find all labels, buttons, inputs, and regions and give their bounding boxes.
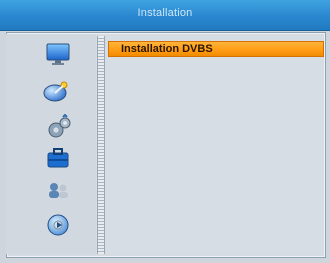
- sidebar-divider: [97, 36, 105, 254]
- satellite-dish-icon[interactable]: [42, 78, 70, 104]
- window-title: Installation: [137, 7, 193, 19]
- title-bar: Installation: [0, 0, 330, 31]
- settings-gear-icon[interactable]: [44, 114, 72, 140]
- media-disc-icon[interactable]: [44, 212, 72, 238]
- content-panel: [106, 36, 322, 254]
- menu-item-label: Installation DVBS: [121, 43, 213, 55]
- tv-monitor-icon[interactable]: [44, 40, 72, 66]
- toolbox-icon[interactable]: [44, 145, 72, 171]
- installation-window: Installation Installation DVBS: [0, 0, 330, 263]
- users-icon[interactable]: [44, 177, 72, 203]
- menu-item-installation-dvbs[interactable]: Installation DVBS: [108, 41, 324, 57]
